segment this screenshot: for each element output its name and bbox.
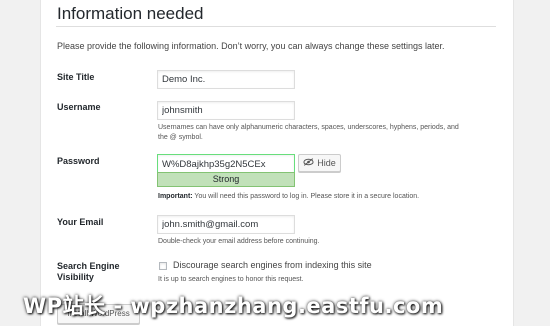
discourage-search-checkbox[interactable] xyxy=(159,262,167,270)
username-label: Username xyxy=(57,102,101,112)
site-title-input[interactable] xyxy=(157,70,295,89)
eye-slash-icon xyxy=(303,158,314,168)
discourage-search-label[interactable]: Discourage search engines from indexing … xyxy=(173,260,372,270)
email-input[interactable] xyxy=(157,215,295,234)
hide-password-label: Hide xyxy=(317,158,336,168)
password-strength-meter: Strong xyxy=(157,172,295,187)
username-hint-line2: the @ symbol. xyxy=(158,134,203,141)
heading-divider xyxy=(56,26,496,27)
username-hint-line1: Usernames can have only alphanumeric cha… xyxy=(158,124,459,131)
password-input[interactable] xyxy=(157,154,295,173)
email-label: Your Email xyxy=(57,217,104,227)
password-label: Password xyxy=(57,156,100,166)
email-hint: Double-check your email address before c… xyxy=(158,238,320,245)
search-engine-hint: It is up to search engines to honor this… xyxy=(158,276,304,283)
important-text: You will need this password to log in. P… xyxy=(192,193,420,200)
hide-password-button[interactable]: Hide xyxy=(298,154,341,172)
important-prefix: Important: xyxy=(158,193,193,200)
page-title: Information needed xyxy=(57,4,204,23)
username-input[interactable] xyxy=(157,101,295,120)
search-engine-label-line2: Visibility xyxy=(57,272,94,282)
watermark-text: WP站长 - wpzhanzhang.eastfu.com xyxy=(23,294,444,318)
intro-text: Please provide the following information… xyxy=(57,41,445,51)
site-title-label: Site Title xyxy=(57,72,95,82)
password-important-note: Important: You will need this password t… xyxy=(158,192,419,202)
